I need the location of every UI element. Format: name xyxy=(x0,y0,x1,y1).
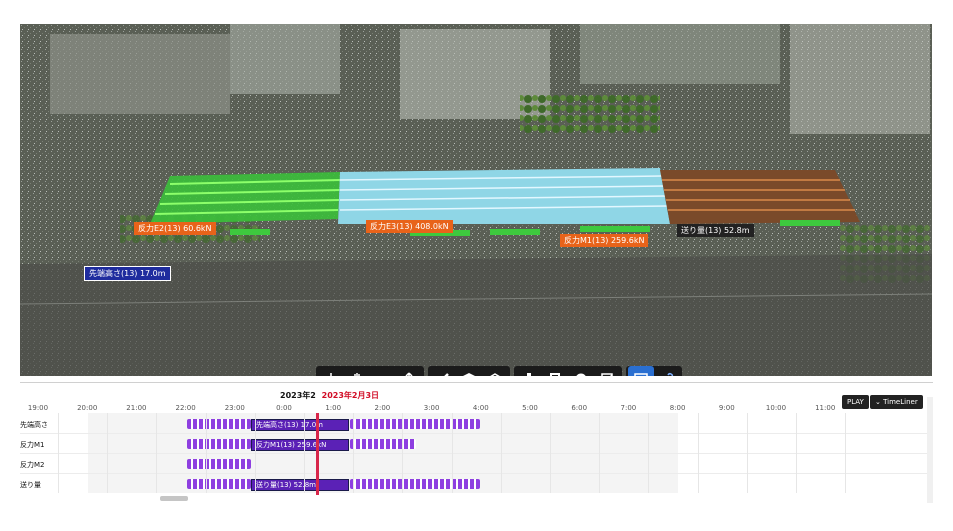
pan-icon[interactable] xyxy=(344,366,370,376)
row-label-reaction-m2: 反力M2 xyxy=(20,461,45,469)
hour-gridline xyxy=(599,413,601,493)
reaction-m1-tag: 反力M1(13) 259.6kN xyxy=(560,234,649,247)
hour-label: 1:00 xyxy=(325,404,342,412)
hour-label: 19:00 xyxy=(27,404,49,412)
hour-gridline xyxy=(500,413,502,493)
hour-gridline xyxy=(304,413,305,493)
hour-gridline xyxy=(254,413,256,493)
reaction-e2-tag: 反力E2(13) 60.6kN xyxy=(134,222,216,235)
task-bar-label-feed-amount[interactable]: 送り量(13) 52.8m xyxy=(251,479,349,491)
hour-gridline xyxy=(107,413,109,493)
model-icon[interactable] xyxy=(482,366,508,376)
hour-gridline xyxy=(648,413,650,493)
hour-gridline xyxy=(353,413,355,493)
hour-label: 7:00 xyxy=(620,404,637,412)
save-icon[interactable] xyxy=(542,366,568,376)
date-left: 2023年2 xyxy=(280,391,316,400)
hour-gridline xyxy=(58,413,59,493)
hour-label: 11:00 xyxy=(815,404,836,412)
vertical-scrollbar[interactable] xyxy=(927,397,933,503)
task-bar[interactable] xyxy=(187,419,251,429)
task-bar-label-reaction-m1[interactable]: 反力M1(13) 259.6kN xyxy=(251,439,349,451)
calendar-icon[interactable] xyxy=(628,366,654,376)
task-bar[interactable] xyxy=(350,439,416,449)
hour-gridline xyxy=(746,413,748,493)
hour-gridline xyxy=(697,413,699,493)
hour-gridline xyxy=(451,413,453,493)
tip-height-tag: 先端高さ(13) 17.0m xyxy=(84,266,171,281)
settings-icon[interactable] xyxy=(568,366,594,376)
hour-label: 22:00 xyxy=(175,404,196,412)
hour-gridline xyxy=(550,413,551,493)
hour-label: 8:00 xyxy=(669,404,686,412)
date-header: 2023年2 2023年2月3日 xyxy=(280,390,379,401)
hour-label: 21:00 xyxy=(126,404,147,412)
chevron-down-icon: ⌄ xyxy=(875,398,881,406)
hour-label: 20:00 xyxy=(77,404,98,412)
hierarchy-icon[interactable] xyxy=(516,366,542,376)
current-date: 2023年2月3日 xyxy=(321,391,380,400)
task-bar[interactable] xyxy=(187,459,251,469)
extension-tools xyxy=(626,366,682,376)
current-time-cursor[interactable] xyxy=(316,413,319,495)
task-bar[interactable] xyxy=(350,419,480,429)
link-icon[interactable] xyxy=(654,366,680,376)
timeliner-label: TimeLiner xyxy=(883,398,918,406)
hour-label: 0:00 xyxy=(276,404,292,412)
reaction-e3-tag: 反力E3(13) 408.0kN xyxy=(366,220,453,233)
box-select-icon[interactable] xyxy=(456,366,482,376)
measure-icon[interactable] xyxy=(430,366,456,376)
3d-viewport[interactable]: 反力E2(13) 60.6kN 反力E3(13) 408.0kN 反力M1(13… xyxy=(20,24,932,376)
hour-label: 10:00 xyxy=(765,404,787,412)
timeliner-panel: 2023年2 2023年2月3日 19:00 20:00 21:00 22:00 23:… xyxy=(20,382,933,503)
hour-label: 3:00 xyxy=(423,404,440,412)
row-label-reaction-m1: 反力M1 xyxy=(20,441,45,449)
hour-label: 5:00 xyxy=(522,404,538,412)
feed-amount-tag: 送り量(13) 52.8m xyxy=(677,224,754,237)
play-button[interactable]: PLAY xyxy=(842,395,869,409)
hour-gridline xyxy=(205,413,207,493)
hour-label: 9:00 xyxy=(718,404,735,412)
orbit-icon[interactable] xyxy=(318,366,344,376)
horizontal-scrollbar[interactable] xyxy=(160,496,188,501)
row-label-feed-amount: 送り量 xyxy=(20,481,41,489)
hour-gridline xyxy=(796,413,797,493)
model-tools xyxy=(514,366,622,376)
vertical-move-icon[interactable] xyxy=(396,366,422,376)
task-bar[interactable] xyxy=(187,479,251,489)
hour-gridline xyxy=(845,413,847,493)
row-label-tip-height: 先端高さ xyxy=(20,421,48,429)
hour-label: 23:00 xyxy=(224,404,245,412)
hour-label: 2:00 xyxy=(374,404,391,412)
timeliner-toggle[interactable]: ⌄ TimeLiner xyxy=(870,395,923,409)
section-icon[interactable] xyxy=(594,366,620,376)
hour-label: 6:00 xyxy=(571,404,588,412)
task-bar[interactable] xyxy=(187,439,251,449)
viewer-toolbar xyxy=(316,366,682,376)
task-bar-label-tip-height[interactable]: 先端高さ(13) 17.0m xyxy=(251,419,349,431)
task-bar[interactable] xyxy=(350,479,480,489)
point-cloud-scene xyxy=(20,24,932,376)
hour-gridline xyxy=(402,413,404,493)
navigation-tools xyxy=(316,366,424,376)
camera-icon[interactable] xyxy=(370,366,396,376)
hour-label: 4:00 xyxy=(472,404,489,412)
hour-gridline xyxy=(156,413,158,493)
measure-tools xyxy=(428,366,510,376)
